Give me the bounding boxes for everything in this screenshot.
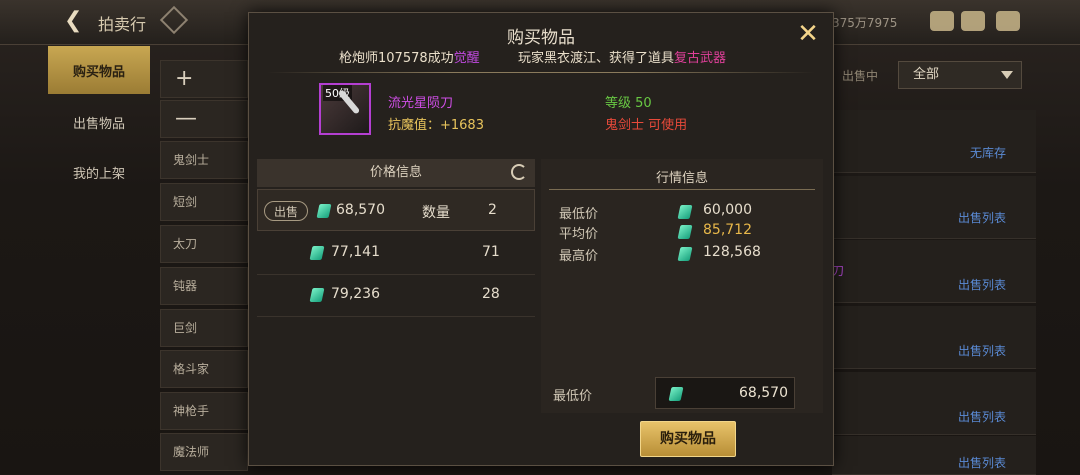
market-label: 平均价	[559, 227, 599, 242]
bag-icon[interactable]	[930, 11, 954, 31]
price-value: 68,570	[336, 202, 385, 218]
price-row[interactable]: 77,141 71	[257, 232, 535, 275]
list-row[interactable]: 无库存	[832, 110, 1036, 173]
page-title: 拍卖行	[98, 15, 147, 34]
row-link[interactable]: 出售列表	[958, 454, 1006, 471]
mail-icon[interactable]	[961, 11, 985, 31]
category-expand-button[interactable]: +	[160, 60, 248, 98]
list-row[interactable]: 出售列表	[832, 436, 1036, 475]
price-row[interactable]: 出售 68,570 数量 2	[257, 189, 535, 231]
info-diamond-icon[interactable]	[159, 5, 189, 35]
list-row[interactable]: 出售列表	[832, 372, 1036, 435]
price-info-title: 价格信息	[369, 165, 422, 180]
buy-item-modal: 购买物品 ✕ 枪炮师107578成功觉醒 玩家黑衣渡江、获得了道具复古武器 50…	[248, 12, 834, 466]
category-item[interactable]: 巨剑	[160, 309, 248, 347]
sell-badge: 出售	[264, 201, 308, 221]
market-info-panel: 行情信息 最低价 60,000 平均价 85,712 最高价 128,568	[541, 159, 823, 413]
currency-amount: 375万7975	[832, 16, 898, 30]
ticker-highlight-1: 觉醒	[453, 51, 480, 65]
row-link[interactable]: 出售列表	[958, 276, 1006, 293]
tab-sell[interactable]: 出售物品	[48, 98, 150, 146]
item-class-requirement: 鬼剑士 可使用	[605, 118, 688, 133]
ticker-text-1: 枪炮师107578成功	[339, 51, 454, 65]
row-link[interactable]: 出售列表	[958, 342, 1006, 359]
announcement-ticker: 枪炮师107578成功觉醒 玩家黑衣渡江、获得了道具复古武器	[339, 47, 751, 65]
market-label: 最低价	[559, 207, 599, 222]
status-label: 出售中	[842, 69, 879, 83]
gem-icon	[677, 225, 693, 239]
item-level: 等级 50	[605, 96, 652, 111]
category-item[interactable]: 钝器	[160, 267, 248, 305]
close-icon[interactable]: ✕	[795, 21, 821, 47]
item-name: 流光星陨刀	[388, 96, 454, 111]
tab-buy[interactable]: 购买物品	[48, 46, 150, 94]
category-item[interactable]: 鬼剑士	[160, 141, 248, 179]
min-price-label: 最低价	[553, 389, 593, 404]
gem-icon	[677, 205, 693, 219]
quantity-value: 28	[482, 286, 500, 302]
tab-my-listings-label: 我的上架	[72, 166, 125, 182]
min-price-value: 68,570	[739, 385, 788, 401]
refresh-icon[interactable]	[511, 164, 527, 180]
row-link[interactable]: 出售列表	[958, 209, 1006, 226]
item-icon[interactable]: 50级	[319, 83, 371, 135]
divider	[549, 189, 815, 190]
market-label: 最高价	[559, 249, 599, 264]
category-item[interactable]: 魔法师	[160, 433, 248, 471]
tab-sell-label: 出售物品	[72, 116, 125, 132]
tab-buy-label: 购买物品	[72, 64, 125, 80]
market-value: 85,712	[703, 222, 752, 238]
quantity-label: 数量	[422, 205, 450, 221]
market-value: 60,000	[703, 202, 752, 218]
buy-button[interactable]: 购买物品	[640, 421, 736, 457]
gem-icon	[668, 387, 684, 401]
chat-icon[interactable]	[996, 11, 1020, 31]
list-row[interactable]: 出售列表	[832, 306, 1036, 369]
min-price-field[interactable]: 68,570	[655, 377, 795, 409]
filter-dropdown[interactable]: 全部	[898, 61, 1022, 89]
gem-icon	[677, 247, 693, 261]
gem-icon	[309, 288, 325, 302]
collapse-label: —	[175, 106, 197, 131]
price-value: 79,236	[331, 286, 380, 302]
ticker-highlight-2: 复古武器	[673, 51, 726, 65]
gem-icon	[316, 204, 332, 218]
back-arrow-icon[interactable]: ❮	[64, 8, 90, 34]
category-collapse-button[interactable]: —	[160, 100, 248, 138]
category-item[interactable]: 神枪手	[160, 392, 248, 430]
divider	[267, 72, 815, 73]
ticker-text-2: 玩家黑衣渡江、获得了道具	[517, 51, 674, 65]
category-item[interactable]: 太刀	[160, 225, 248, 263]
price-info-header: 价格信息	[257, 159, 535, 187]
tab-my-listings[interactable]: 我的上架	[48, 148, 150, 196]
price-value: 77,141	[331, 244, 380, 260]
item-stat: 抗魔值：+1683	[388, 118, 484, 133]
quantity-value: 71	[482, 244, 500, 260]
gem-icon	[309, 246, 325, 260]
modal-title: 购买物品	[507, 28, 575, 48]
list-row[interactable]: 出售列表	[832, 176, 1036, 239]
market-info-title: 行情信息	[655, 171, 708, 186]
price-row[interactable]: 79,236 28	[257, 274, 535, 317]
chevron-down-icon	[1001, 71, 1013, 79]
row-link[interactable]: 无库存	[970, 144, 1006, 161]
category-item[interactable]: 格斗家	[160, 350, 248, 388]
category-item[interactable]: 短剑	[160, 183, 248, 221]
market-value: 128,568	[703, 244, 761, 260]
expand-label: +	[175, 66, 194, 91]
quantity-value: 2	[488, 202, 497, 218]
list-row[interactable]: 刀 出售列表	[832, 240, 1036, 303]
filter-value: 全部	[913, 67, 940, 82]
row-link[interactable]: 出售列表	[958, 408, 1006, 425]
